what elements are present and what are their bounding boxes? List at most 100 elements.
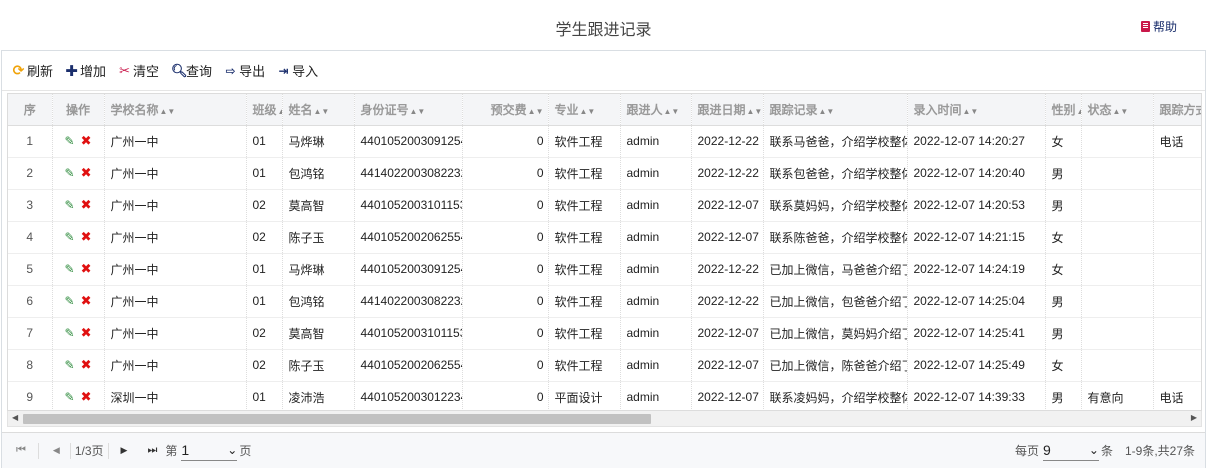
table-row[interactable]: 7✎✖广州一中02莫高智4401052003101153120软件工程admin…	[8, 317, 1201, 350]
cell-status: 有意向	[1081, 381, 1154, 410]
table-row[interactable]: 5✎✖广州一中01马烨琳4401052003091254540软件工程admin…	[8, 253, 1201, 286]
cell-school: 广州一中	[104, 285, 247, 318]
cell-follow-date: 2022-12-07	[691, 349, 764, 382]
col-header-gender[interactable]: 性别▲▼	[1045, 94, 1082, 126]
export-button[interactable]: ⇨ 导出	[224, 61, 266, 80]
delete-icon[interactable]: ✖	[81, 325, 92, 340]
cell-entry-time: 2022-12-07 14:25:04	[907, 285, 1046, 318]
table-row[interactable]: 3✎✖广州一中02莫高智4401052003101153120软件工程admin…	[8, 189, 1201, 222]
page-select[interactable]: 1 ⌄	[181, 441, 238, 461]
table-row[interactable]: 1✎✖广州一中01马烨琳4401052003091254540软件工程admin…	[8, 125, 1201, 158]
cell-class: 01	[246, 285, 283, 318]
col-header-status[interactable]: 状态▲▼	[1081, 94, 1154, 126]
table-row[interactable]: 9✎✖深圳一中01凌沛浩4401052003012234560平面设计admin…	[8, 381, 1201, 410]
cell-seq: 7	[8, 317, 53, 350]
edit-icon[interactable]: ✎	[65, 294, 75, 308]
cell-name: 包鸿铭	[282, 285, 355, 318]
cell-actions: ✎ ✖	[52, 285, 105, 318]
edit-icon[interactable]: ✎	[65, 198, 75, 212]
cell-actions: ✎ ✖	[52, 317, 105, 350]
delete-icon[interactable]: ✖	[81, 197, 92, 212]
edit-icon[interactable]: ✎	[65, 326, 75, 340]
col-header-follower[interactable]: 跟进人▲▼	[620, 94, 692, 126]
edit-icon[interactable]: ✎	[65, 134, 75, 148]
last-page-icon[interactable]: ⏭	[147, 444, 157, 457]
col-header-prepaid[interactable]: 预交费▲▼	[462, 94, 549, 126]
delete-icon[interactable]: ✖	[81, 293, 92, 308]
data-grid: 序 操作 学校名称▲▼ 班级▲▼ 姓名▲▼ 身份证号▲▼ 预交费▲▼ 专业▲▼ …	[7, 93, 1202, 411]
scrollbar-thumb[interactable]	[23, 414, 651, 424]
col-header-label: 专业	[554, 102, 579, 117]
clear-button[interactable]: ✂ 清空	[118, 61, 159, 80]
cell-gender: 女	[1045, 221, 1082, 254]
cell-status	[1081, 125, 1154, 158]
cell-status	[1081, 349, 1154, 382]
export-icon: ⇨	[225, 63, 236, 78]
table-row[interactable]: 8✎✖广州一中02陈子玉4401052002062554410软件工程admin…	[8, 349, 1201, 382]
cell-status	[1081, 285, 1154, 318]
table-row[interactable]: 2✎✖广州一中01包鸿铭4414022003082232230软件工程admin…	[8, 157, 1201, 190]
delete-icon[interactable]: ✖	[81, 389, 92, 404]
cell-major: 软件工程	[548, 253, 621, 286]
cell-id-number: 440105200206255441	[354, 349, 463, 382]
delete-icon[interactable]: ✖	[81, 261, 92, 276]
cell-class: 02	[246, 189, 283, 222]
cell-entry-time: 2022-12-07 14:25:41	[907, 317, 1046, 350]
edit-icon[interactable]: ✎	[65, 390, 75, 404]
col-header-label: 性别	[1051, 102, 1076, 117]
delete-icon[interactable]: ✖	[81, 165, 92, 180]
cell-major: 软件工程	[548, 285, 621, 318]
add-button[interactable]: ✚ 增加	[65, 61, 106, 80]
per-page-select-value: 9	[1042, 442, 1051, 458]
edit-icon[interactable]: ✎	[65, 358, 75, 372]
page-select-value: 1	[181, 442, 190, 458]
prev-page-icon[interactable]: ◀	[53, 445, 60, 456]
col-header-school[interactable]: 学校名称▲▼	[104, 94, 247, 126]
cell-prepaid: 0	[462, 221, 549, 254]
query-button[interactable]: 🔍︎ 查询	[171, 61, 212, 80]
first-page-icon[interactable]: ⏮	[16, 444, 26, 457]
cell-seq: 4	[8, 221, 53, 254]
cell-major: 软件工程	[548, 157, 621, 190]
table-row[interactable]: 4✎✖广州一中02陈子玉4401052002062554410软件工程admin…	[8, 221, 1201, 254]
cell-prepaid: 0	[462, 381, 549, 410]
cell-prepaid: 0	[462, 317, 549, 350]
per-page-select[interactable]: 9 ⌄	[1042, 441, 1099, 461]
col-header-major[interactable]: 专业▲▼	[548, 94, 621, 126]
col-header-id-number[interactable]: 身份证号▲▼	[354, 94, 463, 126]
refresh-button[interactable]: ⟳ 刷新	[12, 61, 53, 80]
table-row[interactable]: 6✎✖广州一中01包鸿铭4414022003082232230软件工程admin…	[8, 285, 1201, 318]
cell-entry-time: 2022-12-07 14:21:15	[907, 221, 1046, 254]
col-header-label: 预交费	[490, 102, 527, 117]
scroll-right-icon[interactable]: ▶	[1191, 413, 1197, 422]
cell-name: 莫高智	[282, 317, 355, 350]
col-header-name[interactable]: 姓名▲▼	[282, 94, 355, 126]
col-header-track-record[interactable]: 跟踪记录▲▼	[763, 94, 908, 126]
delete-icon[interactable]: ✖	[81, 357, 92, 372]
edit-icon[interactable]: ✎	[65, 262, 75, 276]
cell-status	[1081, 157, 1154, 190]
delete-icon[interactable]: ✖	[81, 229, 92, 244]
horizontal-scrollbar[interactable]: ◀ ▶	[7, 411, 1202, 427]
scroll-left-icon[interactable]: ◀	[12, 413, 18, 422]
clear-label: 清空	[133, 64, 160, 79]
col-header-track-method[interactable]: 跟踪方式▲▼	[1153, 94, 1201, 126]
col-header-label: 跟进日期	[697, 102, 746, 117]
delete-icon[interactable]: ✖	[81, 133, 92, 148]
cell-follow-date: 2022-12-22	[691, 157, 764, 190]
cell-actions: ✎ ✖	[52, 221, 105, 254]
edit-icon[interactable]: ✎	[65, 166, 75, 180]
col-header-class[interactable]: 班级▲▼	[246, 94, 283, 126]
import-button[interactable]: ⇥ 导入	[277, 61, 319, 80]
cell-track-record: 已加上微信，莫妈妈介绍了情况	[763, 317, 908, 350]
add-label: 增加	[80, 64, 107, 79]
cell-seq: 5	[8, 253, 53, 286]
cell-track-record: 联系马爸爸，介绍学校整体情况	[763, 125, 908, 158]
col-header-follow-date[interactable]: 跟进日期▲▼	[691, 94, 764, 126]
edit-icon[interactable]: ✎	[65, 230, 75, 244]
col-header-entry-time[interactable]: 录入时间▲▼	[907, 94, 1046, 126]
help-label: 帮助	[1152, 20, 1177, 34]
help-link[interactable]: 帮助	[1140, 18, 1177, 35]
cell-follow-date: 2022-12-22	[691, 285, 764, 318]
next-page-icon[interactable]: ▶	[121, 445, 128, 456]
